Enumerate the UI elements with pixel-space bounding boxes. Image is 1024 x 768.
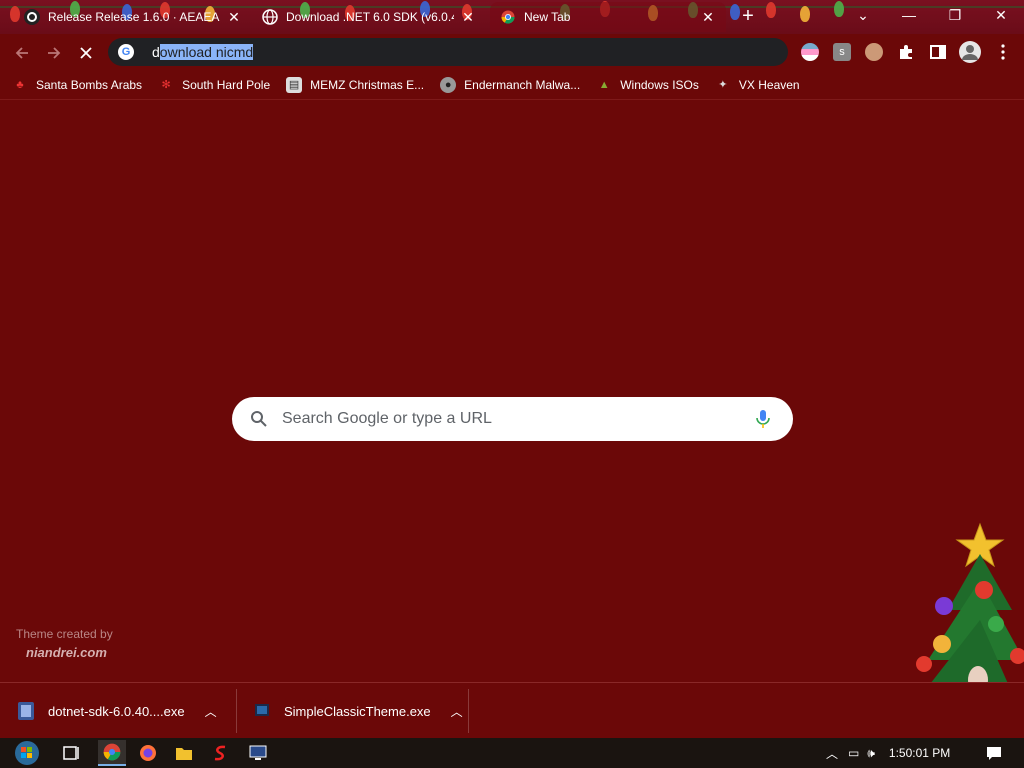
globe-icon <box>262 9 278 25</box>
address-bar-selection: ownload nicmd <box>159 44 254 60</box>
browser-toolbar: G download nicmd s <box>0 34 1024 70</box>
download-filename: SimpleClassicTheme.exe <box>284 703 431 719</box>
bookmark-vx-heaven[interactable]: ✦ VX Heaven <box>715 77 800 93</box>
monitor-app-taskbar-icon[interactable] <box>244 740 272 766</box>
microphone-icon[interactable] <box>751 407 775 431</box>
installer-file-icon <box>18 702 34 720</box>
minimize-button[interactable]: — <box>886 0 932 30</box>
bookmark-south-hard-pole[interactable]: ✻ South Hard Pole <box>158 77 270 93</box>
tab-release[interactable]: Release Release 1.6.0 · AEAEAEA! ✕ <box>14 2 252 32</box>
tab-title: Download .NET 6.0 SDK (v6.0.40 <box>286 10 454 24</box>
raccoon-icon: ● <box>440 76 457 93</box>
christmas-light-decoration <box>766 2 776 18</box>
file-explorer-icon[interactable] <box>170 740 198 766</box>
santa-icon: ♣ <box>16 78 24 91</box>
tab-strip: Release Release 1.6.0 · AEAEAEA! ✕ Downl… <box>0 0 1024 34</box>
download-item-simpleclassictheme[interactable]: SimpleClassicTheme.exe ︿ <box>252 683 463 739</box>
christmas-light-decoration <box>800 6 810 22</box>
start-button[interactable] <box>8 740 46 766</box>
theme-credit-link[interactable]: niandrei.com <box>26 645 113 660</box>
memz-icon: ▤ <box>286 76 303 93</box>
snowflake-icon: ✻ <box>161 79 171 91</box>
download-shelf: dotnet-sdk-6.0.40....exe ︿ SimpleClassic… <box>0 682 1024 738</box>
bookmark-endermanch-malware[interactable]: ● Endermanch Malwa... <box>440 76 581 93</box>
bookmark-windows-isos[interactable]: ▲ Windows ISOs <box>596 77 699 93</box>
close-window-button[interactable]: ✕ <box>978 0 1024 30</box>
bookmarks-bar: ♣ Santa Bombs Arabs ✻ South Hard Pole ▤ … <box>0 70 1024 100</box>
theme-credit: Theme created by niandrei.com <box>16 627 113 660</box>
restore-button[interactable]: ❐ <box>932 0 978 30</box>
bookmark-santa-bombs-arabs[interactable]: ♣ Santa Bombs Arabs <box>12 77 142 93</box>
github-icon <box>24 9 40 25</box>
search-icon <box>251 411 267 427</box>
bookmark-label: South Hard Pole <box>182 77 271 92</box>
system-tray: ︿ ▭ 🕪 1:50:01 PM <box>826 738 950 768</box>
vx-icon: ✦ <box>718 79 728 91</box>
bookmark-label: Santa Bombs Arabs <box>36 77 143 92</box>
tab-close-icon[interactable]: ✕ <box>700 9 716 25</box>
download-filename: dotnet-sdk-6.0.40....exe <box>48 703 185 719</box>
tab-close-icon[interactable]: ✕ <box>226 9 242 25</box>
bookmark-label: Windows ISOs <box>620 77 699 92</box>
tree-icon: ▲ <box>598 78 610 91</box>
puzzle-extensions-icon[interactable] <box>897 43 915 61</box>
address-bar[interactable]: G download nicmd <box>108 38 788 66</box>
tab-search-dropdown-icon[interactable]: ⌄ <box>840 0 886 30</box>
volume-icon[interactable]: 🕪 <box>867 746 875 761</box>
show-hidden-icons-chevron-icon[interactable]: ︿ <box>826 745 838 762</box>
tab-close-icon[interactable]: ✕ <box>460 9 476 25</box>
flag-extension-icon[interactable] <box>801 43 819 61</box>
tab-new-tab[interactable]: New Tab ✕ <box>490 2 726 32</box>
s-extension-icon[interactable]: s <box>833 43 851 61</box>
tab-title: New Tab <box>524 10 571 24</box>
address-bar-text[interactable]: download nicmd <box>152 44 254 60</box>
bookmark-label: VX Heaven <box>738 77 800 92</box>
exe-file-icon <box>255 704 269 716</box>
chevron-up-icon[interactable]: ︿ <box>451 703 463 720</box>
stop-loading-button[interactable] <box>74 41 98 65</box>
task-view-icon[interactable] <box>58 740 86 766</box>
bookmark-memz-christmas[interactable]: ▤ MEMZ Christmas E... <box>286 76 425 93</box>
new-tab-button[interactable]: + <box>737 6 759 28</box>
bookmark-label: Endermanch Malwa... <box>464 77 581 92</box>
download-item-dotnet-sdk[interactable]: dotnet-sdk-6.0.40....exe ︿ <box>16 683 217 739</box>
s-app-taskbar-icon[interactable] <box>206 740 234 766</box>
network-icon[interactable]: ▭ <box>848 746 859 760</box>
divider <box>236 689 237 733</box>
profile-avatar-icon[interactable] <box>959 41 981 63</box>
kebab-menu-icon[interactable] <box>994 43 1012 61</box>
tab-dotnet-download[interactable]: Download .NET 6.0 SDK (v6.0.40 ✕ <box>252 2 486 32</box>
bookmark-label: MEMZ Christmas E... <box>310 77 425 92</box>
clock[interactable]: 1:50:01 PM <box>889 746 950 760</box>
profile-extension-icon[interactable] <box>865 43 883 61</box>
back-button[interactable] <box>10 41 34 65</box>
ntp-search-box[interactable]: Search Google or type a URL <box>232 397 793 441</box>
theme-credit-text: Theme created by <box>16 627 113 641</box>
google-icon: G <box>118 44 134 60</box>
chrome-icon <box>500 9 516 25</box>
chevron-up-icon[interactable]: ︿ <box>205 703 217 720</box>
side-panel-icon[interactable] <box>929 43 947 61</box>
firefox-taskbar-icon[interactable] <box>134 740 162 766</box>
search-placeholder[interactable]: Search Google or type a URL <box>282 410 751 428</box>
divider <box>468 689 469 733</box>
chrome-taskbar-icon[interactable] <box>98 740 126 766</box>
forward-button[interactable] <box>42 41 66 65</box>
notification-center-icon[interactable] <box>980 740 1008 766</box>
tab-title: Release Release 1.6.0 · AEAEAEA! <box>48 10 220 24</box>
windows-taskbar: ︿ ▭ 🕪 1:50:01 PM <box>0 738 1024 768</box>
